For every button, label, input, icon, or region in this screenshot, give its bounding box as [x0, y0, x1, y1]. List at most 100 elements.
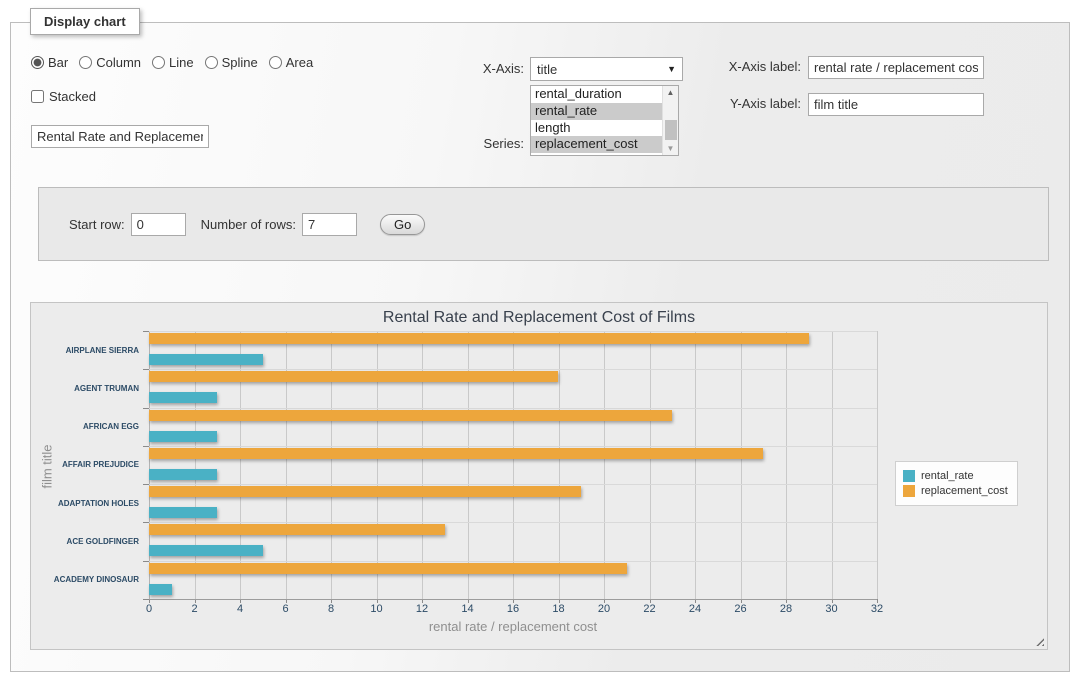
series-multiselect[interactable]: rental_durationrental_ratelengthreplacem…: [530, 85, 679, 156]
y-axis-tick: [143, 599, 149, 600]
display-chart-fieldset: Display chart BarColumnLineSplineArea St…: [10, 22, 1070, 672]
chart-type-radio-label: Area: [286, 55, 313, 70]
dropdown-arrow-icon: ▼: [667, 64, 676, 74]
x-axis-tick-label: 6: [282, 603, 288, 615]
series-options: rental_durationrental_ratelengthreplacem…: [531, 86, 678, 153]
grid-line-vertical: [832, 331, 833, 599]
bar-rental_rate[interactable]: [149, 545, 263, 556]
bar-replacement_cost[interactable]: [149, 448, 763, 459]
chart-type-option-area: Area: [269, 55, 313, 70]
grid-line-vertical: [741, 331, 742, 599]
bar-rental_rate[interactable]: [149, 507, 217, 518]
row-controls-panel: Start row: Number of rows: Go: [38, 187, 1049, 261]
chart-type-option-bar: Bar: [31, 55, 68, 70]
bar-rental_rate[interactable]: [149, 392, 217, 403]
bar-replacement_cost[interactable]: [149, 333, 809, 344]
chart-type-radio-label: Column: [96, 55, 141, 70]
x-axis-title: rental rate / replacement cost: [149, 619, 877, 634]
grid-line-horizontal: [149, 408, 877, 409]
chart-type-radio-label: Line: [169, 55, 194, 70]
x-axis-label-input[interactable]: [808, 56, 984, 79]
category-label: AIRPLANE SIERRA: [39, 331, 149, 369]
chart-type-radio-column[interactable]: [79, 56, 92, 69]
series-option-rental_duration[interactable]: rental_duration: [531, 86, 662, 103]
bar-replacement_cost[interactable]: [149, 486, 581, 497]
legend-label: replacement_cost: [921, 485, 1008, 497]
x-axis-tick-label: 16: [507, 603, 519, 615]
bar-replacement_cost[interactable]: [149, 410, 672, 421]
bar-replacement_cost[interactable]: [149, 371, 558, 382]
grid-line-vertical: [786, 331, 787, 599]
x-axis-tick-label: 24: [689, 603, 701, 615]
chart-type-radio-line[interactable]: [152, 56, 165, 69]
series-scrollbar[interactable]: ▲ ▼: [662, 86, 678, 155]
number-of-rows-input[interactable]: [302, 213, 357, 236]
x-axis-tick-label: 14: [461, 603, 473, 615]
grid-line-horizontal: [149, 331, 877, 332]
scroll-up-icon[interactable]: ▲: [663, 86, 678, 99]
start-row-input[interactable]: [131, 213, 186, 236]
chart-type-radio-label: Bar: [48, 55, 68, 70]
x-axis-tick-label: 30: [825, 603, 837, 615]
number-of-rows-label: Number of rows:: [201, 217, 296, 232]
fieldset-legend: Display chart: [30, 8, 140, 35]
grid-line-vertical: [877, 331, 878, 599]
chart-type-radio-group: Bar Column Line Spline Area: [31, 55, 320, 70]
x-axis-tick-label: 28: [780, 603, 792, 615]
bar-rental_rate[interactable]: [149, 584, 172, 595]
series-option-replacement_cost[interactable]: replacement_cost: [531, 136, 662, 153]
bar-rental_rate[interactable]: [149, 431, 217, 442]
grid-line-horizontal: [149, 446, 877, 447]
grid-line-vertical: [604, 331, 605, 599]
y-axis-label-input[interactable]: [808, 93, 984, 116]
chart-title: Rental Rate and Replacement Cost of Film…: [31, 309, 1047, 327]
chart-type-radio-area[interactable]: [269, 56, 282, 69]
chart-type-radio-bar[interactable]: [31, 56, 44, 69]
y-axis-title: film title: [40, 417, 55, 517]
grid-line-horizontal: [149, 484, 877, 485]
x-axis-tick-label: 12: [416, 603, 428, 615]
y-axis-label-label: Y-Axis label:: [701, 96, 801, 111]
x-axis-select-label: X-Axis:: [439, 61, 524, 76]
grid-line-vertical: [695, 331, 696, 599]
grid-line-vertical: [650, 331, 651, 599]
grid-line-vertical: [559, 331, 560, 599]
x-axis-tick-label: 8: [328, 603, 334, 615]
chart-type-radio-label: Spline: [222, 55, 258, 70]
legend-item-replacement_cost[interactable]: replacement_cost: [903, 485, 1008, 497]
bar-replacement_cost[interactable]: [149, 563, 627, 574]
chart-type-option-line: Line: [152, 55, 194, 70]
stacked-label: Stacked: [49, 89, 96, 104]
x-axis-selected-value: title: [537, 62, 557, 77]
scroll-down-icon[interactable]: ▼: [663, 142, 678, 155]
stacked-row: Stacked: [31, 89, 96, 104]
chart-title-input[interactable]: [31, 125, 209, 148]
x-axis-select[interactable]: title ▼: [530, 57, 683, 81]
category-label: AFRICAN EGG: [39, 408, 149, 446]
x-axis-tick-label: 4: [237, 603, 243, 615]
bar-replacement_cost[interactable]: [149, 524, 445, 535]
x-axis-label-label: X-Axis label:: [701, 59, 801, 74]
x-axis-tick-label: 18: [552, 603, 564, 615]
x-axis-tick-label: 10: [370, 603, 382, 615]
category-label: AGENT TRUMAN: [39, 369, 149, 407]
plot-area: AIRPLANE SIERRAAGENT TRUMANAFRICAN EGGAF…: [149, 331, 877, 599]
legend-swatch-icon: [903, 485, 915, 497]
grid-line-horizontal: [149, 561, 877, 562]
grid-line-horizontal: [149, 369, 877, 370]
grid-line-horizontal: [149, 522, 877, 523]
resize-handle-icon[interactable]: [1033, 635, 1044, 646]
category-label: ADAPTATION HOLES: [39, 484, 149, 522]
go-button[interactable]: Go: [380, 214, 425, 235]
stacked-checkbox[interactable]: [31, 90, 44, 103]
chart-type-option-spline: Spline: [205, 55, 258, 70]
series-option-rental_rate[interactable]: rental_rate: [531, 103, 662, 120]
series-option-length[interactable]: length: [531, 120, 662, 137]
legend-item-rental_rate[interactable]: rental_rate: [903, 470, 1008, 482]
x-axis-tick-label: 0: [146, 603, 152, 615]
chart-type-radio-spline[interactable]: [205, 56, 218, 69]
legend-swatch-icon: [903, 470, 915, 482]
scrollbar-thumb[interactable]: [665, 120, 677, 140]
bar-rental_rate[interactable]: [149, 469, 217, 480]
bar-rental_rate[interactable]: [149, 354, 263, 365]
